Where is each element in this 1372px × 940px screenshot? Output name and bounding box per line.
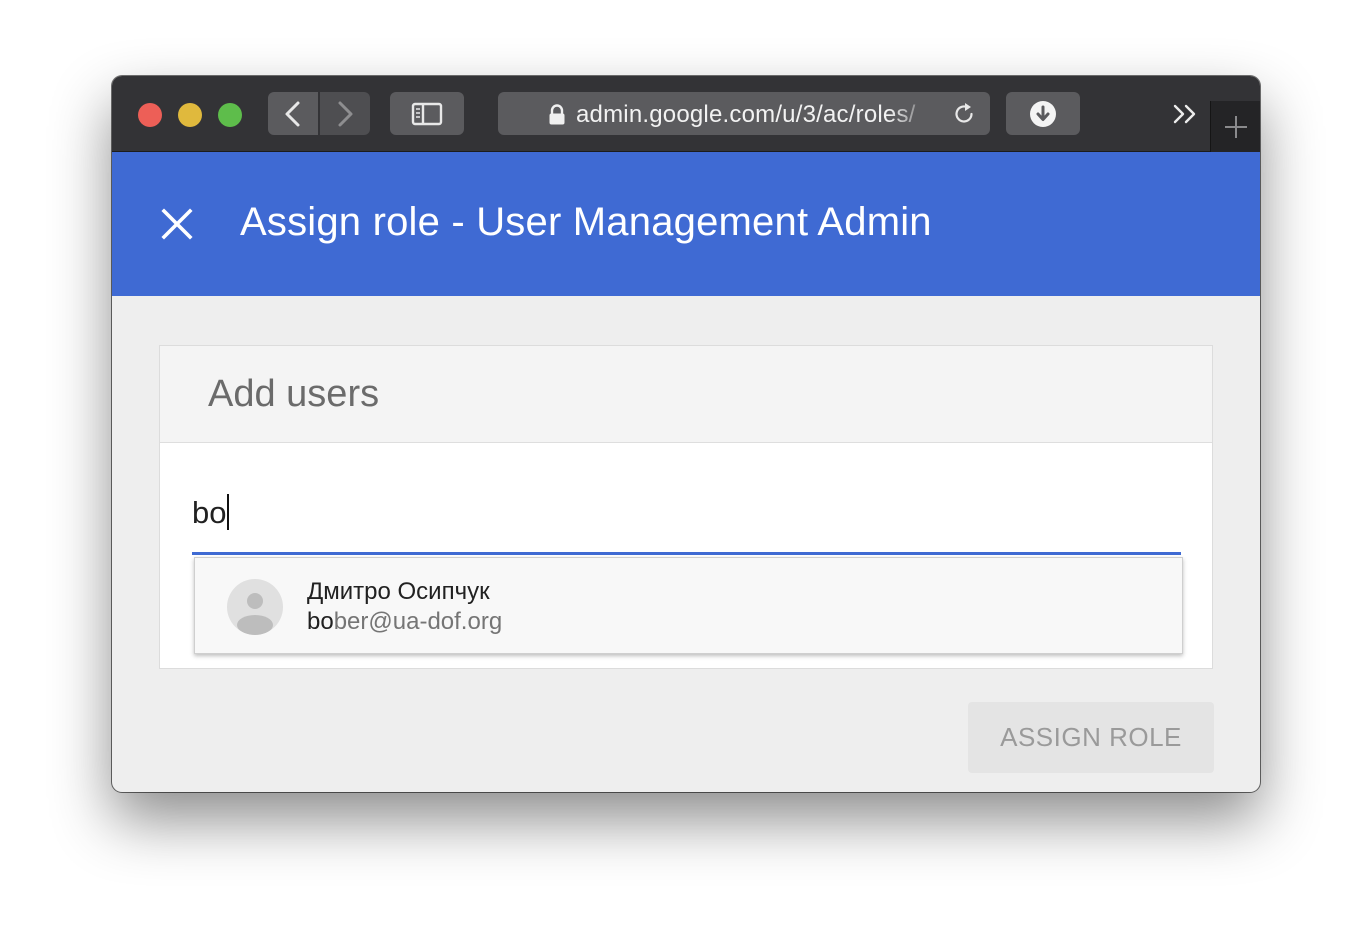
lock-icon: [549, 104, 565, 125]
suggestion-email-match: bo: [307, 608, 334, 635]
input-underline: [192, 552, 1181, 555]
url-text: admin.google.com/u/3/ac/roles/: [576, 101, 916, 128]
assign-role-button[interactable]: ASSIGN ROLE: [968, 702, 1214, 773]
plus-icon: [1224, 115, 1247, 138]
back-button[interactable]: [268, 92, 318, 135]
search-input-value: bo: [192, 495, 227, 530]
person-icon: [237, 593, 273, 635]
forward-button[interactable]: [320, 92, 370, 135]
new-tab-button[interactable]: [1210, 101, 1260, 152]
add-users-card: Add users bo Дмитро Осипчук bober@ua-dof…: [159, 345, 1213, 669]
suggestion-email: bober@ua-dof.org: [307, 608, 502, 636]
close-window-button[interactable]: [138, 103, 162, 127]
download-icon: [1030, 100, 1056, 127]
text-caret: [227, 494, 230, 530]
sidebar-toggle-button[interactable]: [390, 92, 464, 135]
close-icon[interactable]: [160, 207, 194, 241]
address-bar[interactable]: admin.google.com/u/3/ac/roles/: [498, 92, 990, 135]
page-title: Assign role - User Management Admin: [240, 200, 932, 244]
zoom-window-button[interactable]: [218, 103, 242, 127]
card-title: Add users: [208, 373, 380, 415]
dialog-header: Assign role - User Management Admin: [112, 152, 1260, 296]
minimize-window-button[interactable]: [178, 103, 202, 127]
avatar: [227, 579, 283, 635]
sidebar-icon: [411, 102, 443, 125]
browser-window: admin.google.com/u/3/ac/roles/ Assign ro…: [112, 76, 1260, 792]
chevron-right-icon: [338, 101, 353, 126]
chevron-left-icon: [285, 101, 300, 126]
double-chevron-right-icon[interactable]: [1172, 102, 1200, 126]
suggestion-name: Дмитро Осипчук: [307, 578, 490, 605]
suggestion-email-rest: ber@ua-dof.org: [333, 608, 503, 635]
downloads-button[interactable]: [1006, 92, 1080, 135]
reload-icon[interactable]: [952, 102, 976, 126]
card-header: Add users: [160, 346, 1212, 443]
browser-toolbar: admin.google.com/u/3/ac/roles/: [112, 76, 1260, 152]
user-suggestion[interactable]: Дмитро Осипчук bober@ua-dof.org: [194, 557, 1183, 654]
user-search-input[interactable]: bo: [192, 494, 230, 531]
